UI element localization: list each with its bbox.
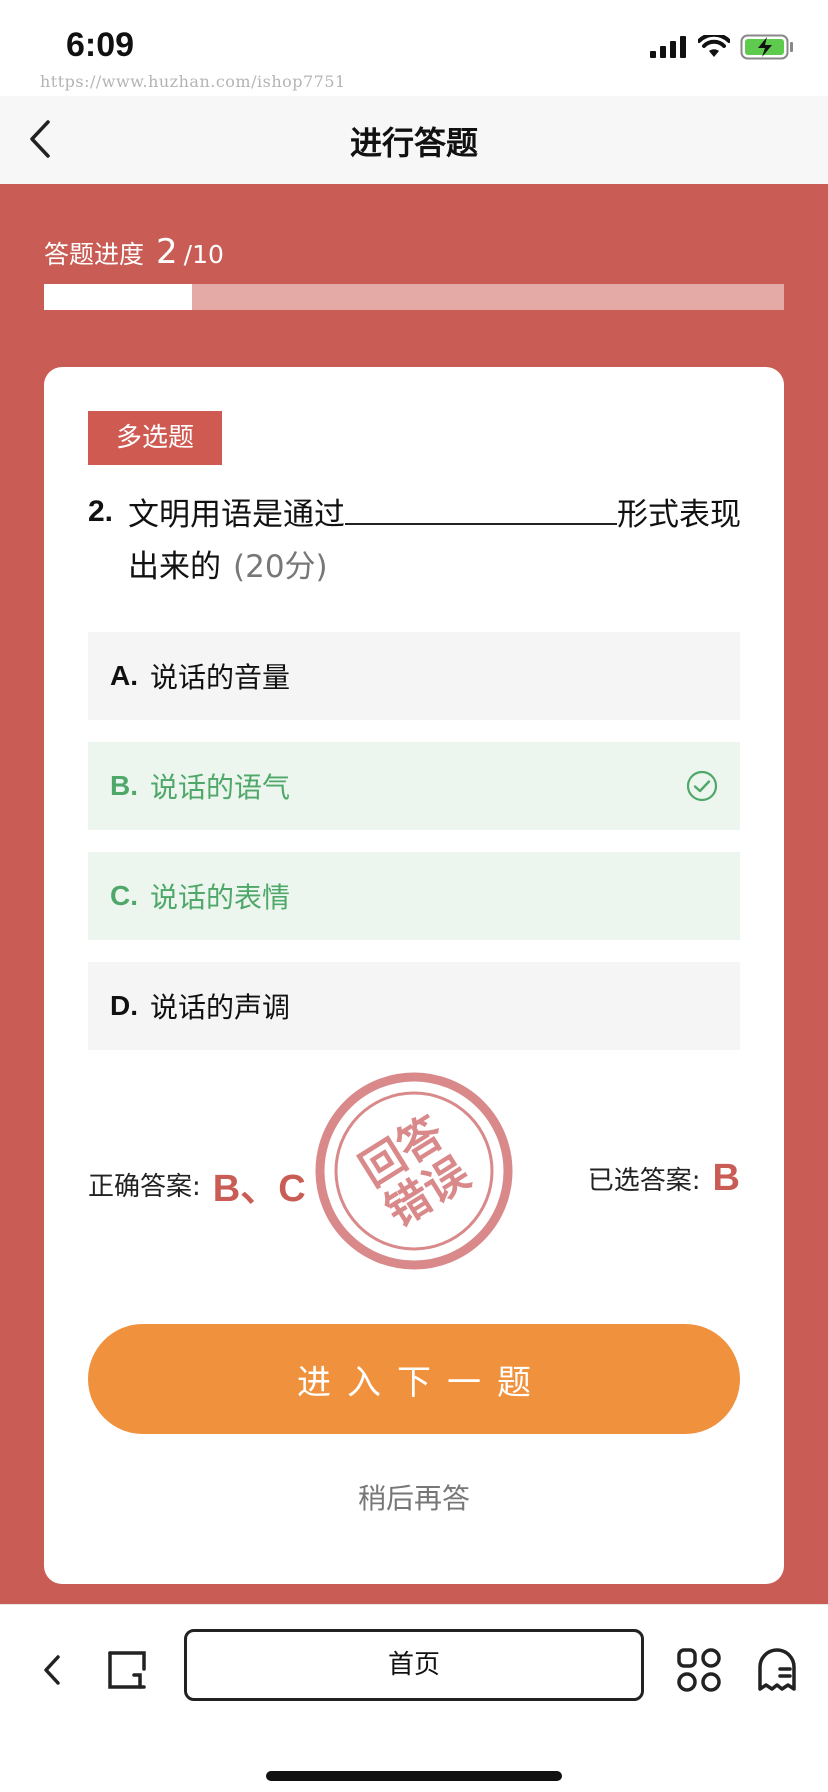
- option-c[interactable]: C. 说话的表情: [88, 852, 740, 940]
- selected-answer-value: B: [712, 1157, 740, 1199]
- status-icons: [650, 34, 794, 60]
- page-title: 进行答题: [349, 124, 478, 162]
- next-question-button[interactable]: 进入下一题: [88, 1324, 740, 1434]
- quiz-area: 答题进度 2 /10 多选题 2. 文明用语是通过 形式表现出来的 (20分) A.…: [0, 184, 828, 1604]
- option-text: 说话的声调: [150, 991, 291, 1024]
- question-blank: [345, 491, 617, 525]
- correct-answer-label: 正确答案:: [88, 1172, 201, 1202]
- watermark-url: https://www.huzhan.com/ishop7751: [40, 72, 346, 91]
- option-text: 说话的音量: [150, 661, 291, 694]
- back-icon[interactable]: [28, 1645, 78, 1695]
- wrong-answer-stamp: 回答 错误: [315, 1072, 513, 1270]
- wifi-icon: [698, 35, 730, 57]
- option-d[interactable]: D. 说话的声调: [88, 962, 740, 1050]
- option-letter: C.: [110, 880, 138, 911]
- tabs-icon[interactable]: [104, 1645, 154, 1695]
- progress-bar-fill: [44, 284, 192, 310]
- option-letter: A.: [110, 660, 138, 691]
- correct-answer-value: B、C: [212, 1168, 306, 1210]
- question-card: 多选题 2. 文明用语是通过 形式表现出来的 (20分) A. 说话的音量 B. 说…: [44, 367, 784, 1584]
- option-letter: B.: [110, 770, 138, 801]
- question-text-before: 文明用语是通过: [128, 497, 345, 533]
- signal-icon: [650, 36, 686, 58]
- question-type-badge: 多选题: [88, 411, 222, 465]
- home-indicator: [266, 1771, 562, 1781]
- progress-text: 答题进度: [44, 240, 145, 269]
- question-score: (20分): [233, 549, 328, 585]
- grid-apps-icon[interactable]: [674, 1645, 724, 1695]
- progress-total: /10: [183, 240, 224, 269]
- progress-bar: [44, 284, 784, 310]
- option-text: 说话的语气: [150, 771, 291, 804]
- browser-toolbar: 首页: [0, 1604, 828, 1792]
- option-text: 说话的表情: [150, 881, 291, 914]
- answer-later-link[interactable]: 稍后再答: [44, 1477, 784, 1517]
- selected-answer-label: 已选答案:: [587, 1166, 701, 1196]
- progress-current: 2: [156, 232, 178, 272]
- home-button[interactable]: 首页: [184, 1629, 644, 1701]
- correct-answer: 正确答案: B、C: [88, 1157, 306, 1212]
- status-time: 6:09: [66, 26, 135, 64]
- option-letter: D.: [110, 990, 138, 1021]
- option-a[interactable]: A. 说话的音量: [88, 632, 740, 720]
- progress-label: 答题进度 2 /10: [44, 232, 224, 272]
- ghost-mode-icon[interactable]: [752, 1645, 802, 1695]
- battery-charging-icon: [740, 34, 793, 60]
- nav-bar: 进行答题: [0, 96, 828, 184]
- question-text: 文明用语是通过 形式表现出来的 (20分): [128, 489, 748, 593]
- option-b[interactable]: B. 说话的语气: [88, 742, 740, 830]
- question-number: 2.: [88, 495, 114, 528]
- check-circle-icon: [686, 770, 718, 802]
- status-bar: 6:09 https://www.huzhan.com/ishop7751: [0, 0, 828, 96]
- selected-answer: 已选答案: B: [588, 1157, 740, 1200]
